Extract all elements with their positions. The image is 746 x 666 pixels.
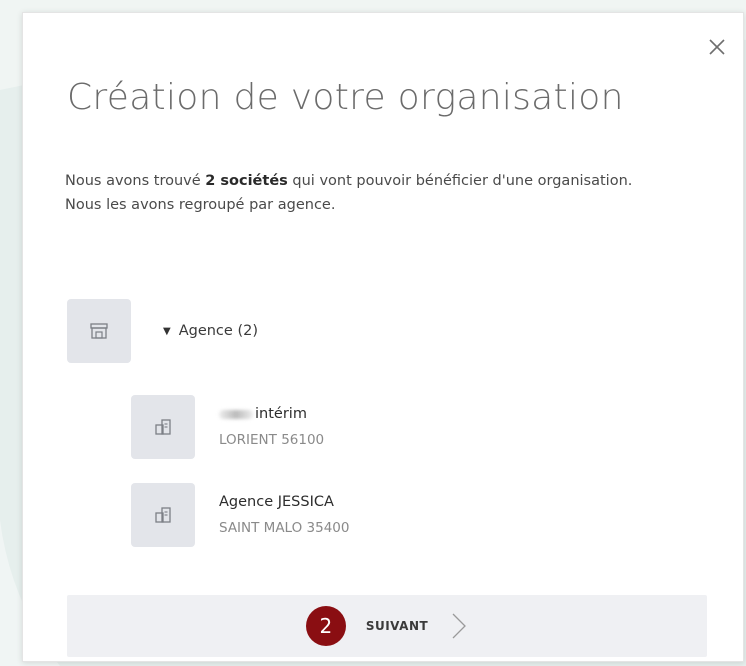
create-organization-dialog: Création de votre organisation Nous avon…: [22, 12, 744, 662]
intro-part2: qui vont pouvoir bénéficier d'une organi…: [287, 173, 633, 189]
company-name: intérim: [219, 404, 324, 424]
agency-group-toggle[interactable]: ▼ Agence (2): [163, 323, 258, 339]
company-name: Agence JESSICA: [219, 494, 334, 510]
company-icon-box: [131, 395, 195, 459]
company-city: SAINT MALO 35400: [219, 520, 350, 536]
company-info: Agence JESSICA SAINT MALO 35400: [219, 492, 349, 538]
company-name-text: intérim: [255, 406, 307, 422]
agency-icon-box: [67, 299, 131, 363]
store-icon: [90, 323, 108, 339]
dialog-title: Création de votre organisation: [67, 77, 624, 118]
companies-count: 2 sociétés: [205, 173, 288, 189]
buildings-icon: [155, 507, 171, 523]
company-item: intérim LORIENT 56100: [131, 395, 324, 459]
company-icon-box: [131, 483, 195, 547]
agency-group-row: ▼ Agence (2): [67, 299, 258, 363]
step-number-badge: 2: [305, 606, 346, 646]
intro-part1: Nous avons trouvé: [65, 173, 206, 189]
close-button[interactable]: [705, 35, 729, 59]
intro-text: Nous avons trouvé 2 sociétés qui vont po…: [65, 169, 685, 217]
next-button[interactable]: 2 SUIVANT: [67, 595, 707, 657]
chevron-right-icon: [452, 613, 467, 639]
company-city: LORIENT 56100: [219, 432, 325, 448]
redacted-text: [219, 409, 253, 419]
intro-line2: Nous les avons regroupé par agence.: [65, 197, 336, 213]
agency-group-label: Agence (2): [178, 323, 258, 339]
buildings-icon: [155, 419, 171, 435]
close-icon: [709, 39, 725, 55]
company-info: intérim LORIENT 56100: [219, 404, 324, 450]
caret-down-icon: ▼: [163, 325, 171, 337]
company-item: Agence JESSICA SAINT MALO 35400: [131, 483, 349, 547]
next-label: SUIVANT: [365, 619, 429, 633]
